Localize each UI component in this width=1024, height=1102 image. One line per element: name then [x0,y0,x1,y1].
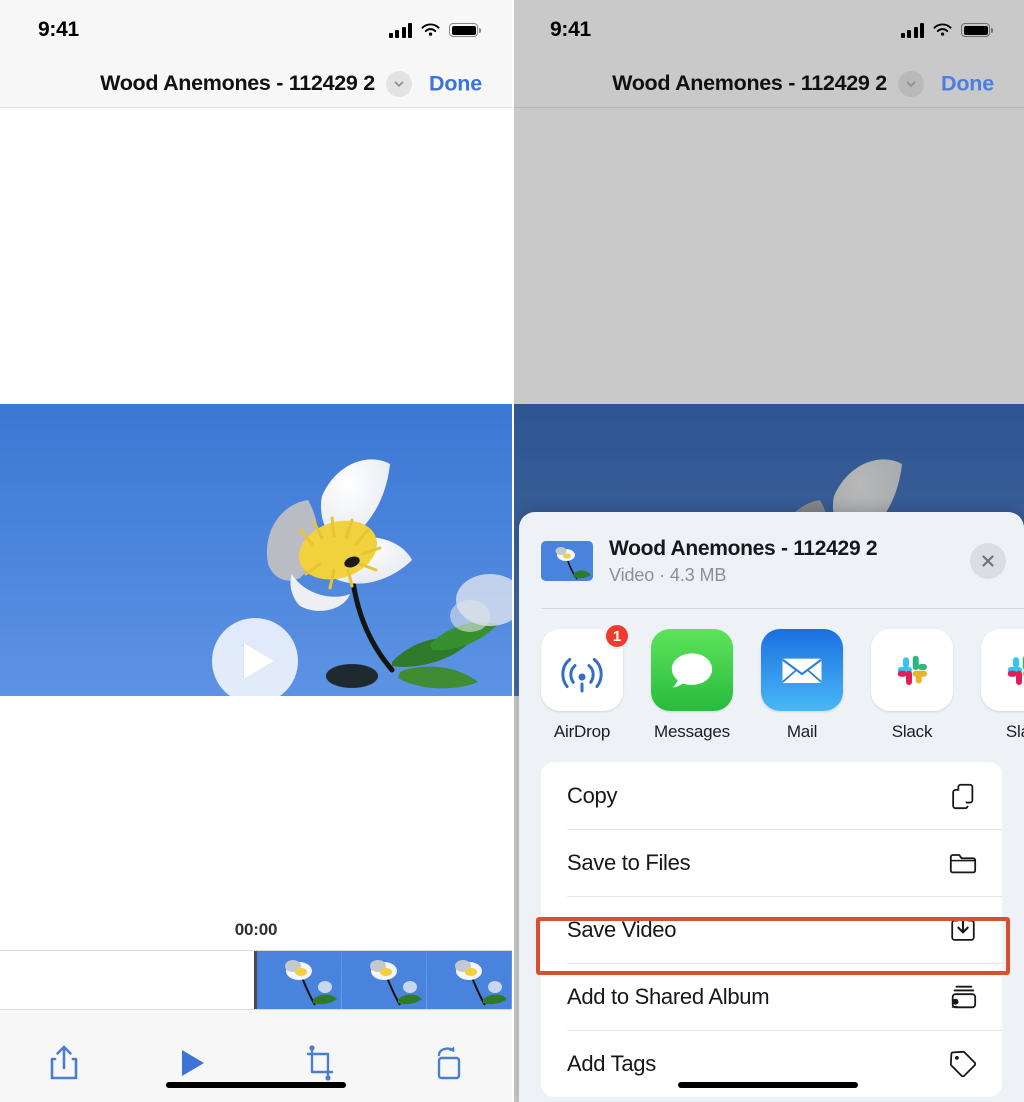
action-add-to-shared-album[interactable]: Add to Shared Album [541,963,1002,1030]
share-target-mail[interactable]: Mail [761,629,843,742]
panel-divider [512,0,514,1102]
editor-toolbar [0,1010,512,1102]
share-target-label: Slac [1005,722,1024,741]
filmstrip-frame [257,951,342,1009]
file-subtitle: Video · 4.3 MB [609,564,727,585]
status-time: 9:41 [550,18,591,41]
page-title: Wood Anemones - 112429 2 [100,71,375,95]
action-label: Add to Shared Album [567,983,770,1009]
nav-bar-right: Wood Anemones - 112429 2 Done [512,60,1024,108]
status-bar-left: 9:41 [0,0,512,60]
tag-icon [946,1049,980,1079]
cellular-signal-icon [900,22,924,38]
airdrop-badge: 1 [604,623,630,649]
action-copy[interactable]: Copy [541,762,1002,829]
page-title: Wood Anemones - 112429 2 [612,71,887,95]
folder-icon [946,848,980,878]
right-content: Wood Anemones - 112429 2 Video · 4.3 MB [512,108,1024,1102]
action-save-video[interactable]: Save Video [541,896,1002,963]
status-icons [388,22,481,38]
timecode-label: 00:00 [234,920,278,939]
action-label: Add Tags [567,1050,656,1076]
copy-icon [946,781,980,811]
share-target-airdrop[interactable]: 1 AirDrop [541,623,630,742]
home-indicator [166,1082,346,1088]
slack-icon [981,629,1024,711]
share-target-label: Messages [654,722,730,741]
home-indicator [678,1082,858,1088]
rotate-button[interactable] [384,1034,512,1092]
battery-icon [449,23,481,37]
filmstrip-frame [342,951,427,1009]
chevron-down-icon[interactable] [897,70,924,97]
shared-album-icon [946,982,980,1012]
wifi-icon [420,22,441,38]
battery-icon [961,23,993,37]
share-button[interactable] [0,1034,128,1092]
slack-icon [871,629,953,711]
left-content: 00:00 [0,108,512,1102]
rotate-icon [437,1046,461,1080]
left-panel-video-editor: 9:41 Wood Anemones - 112429 2 Done 00:00 [0,0,512,1102]
share-actions-list: Copy Save to Files Save Video Add to Sha… [541,762,1002,1097]
share-target-label: Mail [786,722,818,741]
share-target-slack[interactable]: Slack [871,629,953,742]
status-time: 9:41 [38,18,79,41]
share-target-label: AirDrop [553,722,611,741]
mail-icon [761,629,843,711]
play-triangle-icon [182,1050,204,1076]
file-thumbnail [541,541,593,581]
action-label: Save Video [567,916,677,942]
share-sheet: Wood Anemones - 112429 2 Video · 4.3 MB [519,512,1024,1102]
action-label: Copy [567,782,618,808]
download-box-icon [946,915,980,945]
play-button-overlay[interactable] [212,618,298,704]
crop-icon [306,1045,334,1081]
file-title: Wood Anemones - 112429 2 [609,536,878,560]
screenshot-root: 9:41 Wood Anemones - 112429 2 Done 00:00… [0,0,1024,1102]
share-target-messages[interactable]: Messages [651,629,733,742]
share-target-slack-2[interactable]: Slac [981,629,1024,742]
timeline-track[interactable] [0,950,512,1010]
right-panel-share-sheet: 9:41 Wood Anemones - 112429 2 Done Wood … [512,0,1024,1102]
airdrop-icon: 1 [541,623,630,711]
done-button[interactable]: Done [941,71,994,96]
cellular-signal-icon [388,22,412,38]
filmstrip[interactable] [254,951,512,1009]
play-icon [243,643,274,679]
chevron-down-icon[interactable] [385,70,412,97]
action-label: Save to Files [567,849,691,875]
share-target-label: Slack [891,722,933,741]
filmstrip-frame [427,951,512,1009]
done-button[interactable]: Done [429,71,482,96]
status-icons [900,22,993,38]
action-save-to-files[interactable]: Save to Files [541,829,1002,896]
share-icon [50,1045,78,1080]
share-sheet-header: Wood Anemones - 112429 2 Video · 4.3 MB [519,512,1024,608]
nav-bar-left: Wood Anemones - 112429 2 Done [0,60,512,108]
status-bar-right: 9:41 [512,0,1024,60]
wifi-icon [932,22,953,38]
messages-icon [651,629,733,711]
share-targets-row[interactable]: 1 AirDrop Messages Mail Slack Sl [519,609,1024,756]
close-icon[interactable] [970,543,1006,579]
file-info: Wood Anemones - 112429 2 Video · 4.3 MB [609,537,960,586]
